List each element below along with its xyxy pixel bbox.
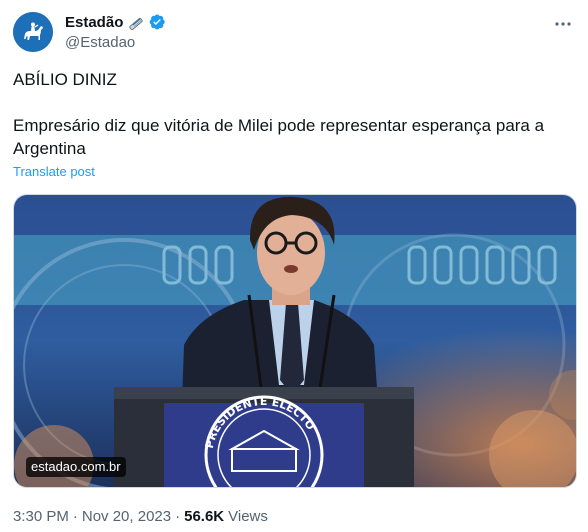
- link-domain-badge[interactable]: estadao.com.br: [26, 457, 126, 477]
- tweet-line-title: ABÍLIO DINIZ: [13, 70, 117, 89]
- more-options-icon[interactable]: [553, 14, 573, 34]
- horse-rider-logo-icon: [13, 12, 53, 52]
- translate-post-link[interactable]: Translate post: [13, 164, 95, 179]
- avatar[interactable]: [13, 12, 53, 52]
- views-count: 56.6K: [184, 508, 225, 525]
- verified-badge-icon[interactable]: [148, 13, 166, 31]
- handle[interactable]: @Estadao: [65, 34, 166, 51]
- tweet-meta: 3:30 PM · Nov 20, 2023 · 56.6K Views: [13, 508, 268, 525]
- tweet-line-body: Empresário diz que vitória de Milei pode…: [13, 116, 545, 158]
- tweet-media-card[interactable]: PRESIDENTE ELECTO estadao.com.br: [13, 194, 577, 488]
- author-names: Estadão @Estadao: [65, 12, 166, 51]
- views-label: Views: [228, 508, 268, 525]
- separator-dot: ·: [72, 508, 78, 525]
- newspaper-icon[interactable]: [127, 13, 145, 31]
- separator-dot: ·: [175, 508, 181, 525]
- display-name[interactable]: Estadão: [65, 14, 123, 31]
- tweet-time[interactable]: 3:30 PM: [13, 508, 69, 525]
- tweet-date[interactable]: Nov 20, 2023: [82, 508, 171, 525]
- tweet-text: ABÍLIO DINIZ Empresário diz que vitória …: [13, 68, 573, 160]
- tweet-header: Estadão @Estadao: [13, 12, 573, 56]
- press-photo: PRESIDENTE ELECTO: [14, 195, 576, 487]
